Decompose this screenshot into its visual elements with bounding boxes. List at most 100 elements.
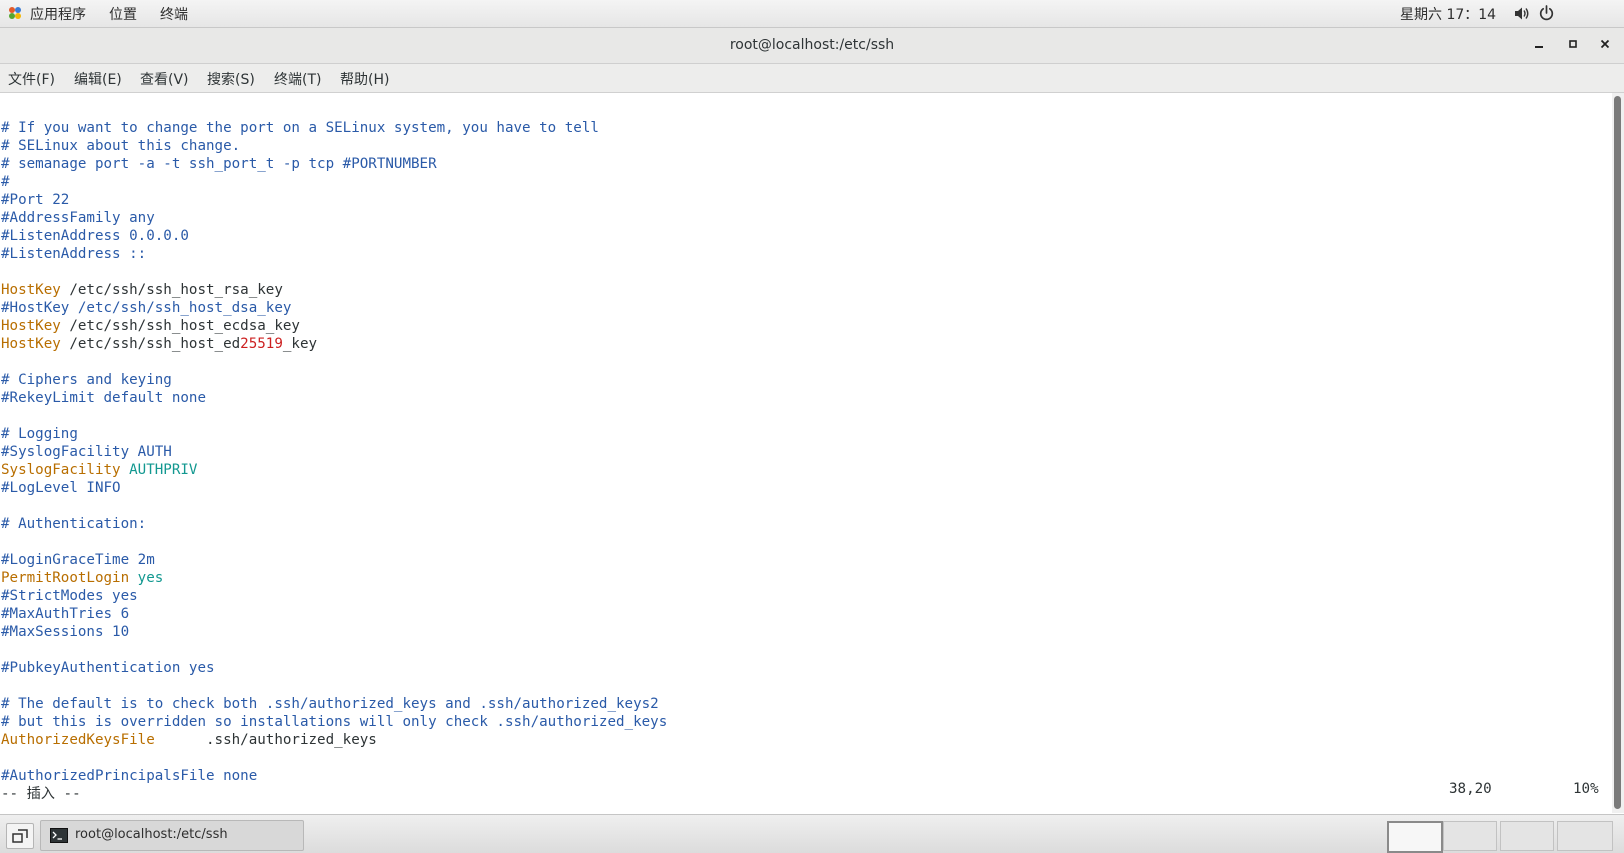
menu-file[interactable]: 文件(F) — [8, 69, 55, 89]
terminal-text: #HostKey /etc/ssh/ssh_host_dsa_key — [1, 300, 292, 316]
show-desktop-button[interactable] — [6, 823, 34, 849]
terminal-line: #RekeyLimit default none — [1, 389, 206, 407]
terminal-line: #Port 22 — [1, 191, 69, 209]
terminal-line: #MaxAuthTries 6 — [1, 605, 129, 623]
terminal-line: #LoginGraceTime 2m — [1, 551, 155, 569]
terminal-text: _key — [282, 336, 318, 352]
terminal-line: #PubkeyAuthentication yes — [1, 659, 215, 677]
cursor-position: 38,20 — [1449, 781, 1492, 797]
terminal-text: #PubkeyAuthentication yes — [1, 660, 215, 676]
terminal-text: 25519 — [240, 336, 283, 352]
terminal-line: # Authentication: — [1, 515, 146, 533]
terminal-text: # but this is overridden so installation… — [1, 714, 668, 730]
minimize-icon — [1535, 46, 1543, 48]
volume-icon[interactable] — [1514, 6, 1530, 21]
menu-search[interactable]: 搜索(S) — [207, 69, 255, 89]
menu-edit[interactable]: 编辑(E) — [74, 69, 122, 89]
menu-help[interactable]: 帮助(H) — [340, 69, 389, 89]
terminal-text: # Logging — [1, 426, 78, 442]
terminal-text: #StrictModes yes — [1, 588, 138, 604]
terminal-text: /etc/ssh/ssh_host_ed — [60, 336, 241, 352]
scrollbar-thumb[interactable] — [1614, 96, 1621, 809]
terminal-text: # The default is to check both .ssh/auth… — [1, 696, 659, 712]
terminal-line: # The default is to check both .ssh/auth… — [1, 695, 659, 713]
window-title: root@localhost:/etc/ssh — [729, 37, 895, 53]
menu-terminal[interactable]: 终端(T) — [274, 69, 321, 89]
terminal-text: yes — [137, 570, 164, 586]
terminal-text: /etc/ssh/ssh_host_rsa_key — [60, 282, 283, 298]
terminal-view[interactable]: # If you want to change the port on a SE… — [0, 93, 1612, 813]
terminal-text: # Ciphers and keying — [1, 372, 172, 388]
terminal-text: #LoginGraceTime 2m — [1, 552, 155, 568]
terminal-line: HostKey /etc/ssh/ssh_host_rsa_key — [1, 281, 283, 299]
terminal-text: SyslogFacility — [1, 462, 121, 478]
terminal-line: HostKey /etc/ssh/ssh_host_ed25519_key — [1, 335, 317, 353]
terminal-text: # If you want to change the port on a SE… — [1, 120, 599, 136]
close-icon — [1600, 39, 1610, 49]
terminal-text: # Authentication: — [1, 516, 147, 532]
terminal-line: #ListenAddress 0.0.0.0 — [1, 227, 189, 245]
applications-icon[interactable] — [8, 6, 22, 20]
terminal-line: # Ciphers and keying — [1, 371, 172, 389]
terminal-line: #AddressFamily any — [1, 209, 155, 227]
terminal-text: #AuthorizedPrincipalsFile none — [1, 768, 258, 784]
workspace-3[interactable] — [1500, 821, 1554, 851]
terminal-line: #SyslogFacility AUTH — [1, 443, 172, 461]
terminal-text: #MaxSessions 10 — [1, 624, 130, 640]
terminal-text: # SELinux about this change. — [1, 138, 241, 154]
terminal-text: .ssh/authorized_keys — [154, 732, 377, 748]
power-icon[interactable] — [1539, 5, 1554, 21]
applications-menu[interactable]: 应用程序 — [30, 4, 86, 24]
terminal-line: -- 插入 -- — [1, 785, 81, 803]
terminal-line: SyslogFacility AUTHPRIV — [1, 461, 197, 479]
places-menu[interactable]: 位置 — [109, 4, 137, 24]
terminal-text: AuthorizedKeysFile — [1, 732, 155, 748]
terminal-text: #SyslogFacility AUTH — [1, 444, 172, 460]
terminal-line: #StrictModes yes — [1, 587, 138, 605]
terminal-text: #ListenAddress :: — [1, 246, 147, 262]
terminal-line: #AuthorizedPrincipalsFile none — [1, 767, 257, 785]
maximize-button[interactable] — [1561, 34, 1585, 58]
terminal-line: #MaxSessions 10 — [1, 623, 129, 641]
terminal-text: #LogLevel INFO — [1, 480, 121, 496]
menubar: 文件(F) 编辑(E) 查看(V) 搜索(S) 终端(T) 帮助(H) — [0, 64, 1624, 93]
terminal-text: #RekeyLimit default none — [1, 390, 206, 406]
maximize-icon — [1569, 40, 1577, 48]
terminal-line: # semanage port -a -t ssh_port_t -p tcp … — [1, 155, 437, 173]
show-desktop-icon — [12, 829, 28, 843]
terminal-line: #HostKey /etc/ssh/ssh_host_dsa_key — [1, 299, 291, 317]
terminal-line: AuthorizedKeysFile .ssh/authorized_keys — [1, 731, 377, 749]
terminal-text: PermitRootLogin — [1, 570, 130, 586]
terminal-line: #LogLevel INFO — [1, 479, 121, 497]
minimize-button[interactable] — [1527, 34, 1551, 58]
menu-view[interactable]: 查看(V) — [140, 69, 189, 89]
clock[interactable]: 星期六 17：14 — [1400, 4, 1496, 24]
terminal-line: #ListenAddress :: — [1, 245, 146, 263]
workspace-2[interactable] — [1443, 821, 1497, 851]
close-button[interactable] — [1593, 34, 1617, 58]
terminal-text: -- 插入 -- — [1, 786, 81, 802]
terminal-text: #AddressFamily any — [1, 210, 155, 226]
terminal-line: HostKey /etc/ssh/ssh_host_ecdsa_key — [1, 317, 300, 335]
workspace-4[interactable] — [1557, 821, 1613, 851]
terminal-text: # semanage port -a -t ssh_port_t -p tcp … — [1, 156, 437, 172]
terminal-line: # — [1, 173, 10, 191]
terminal-text: #Port 22 — [1, 192, 70, 208]
taskbar-window-item[interactable]: root@localhost:/etc/ssh — [40, 820, 304, 851]
terminal-app-menu[interactable]: 终端 — [160, 4, 188, 24]
terminal-line: PermitRootLogin yes — [1, 569, 163, 587]
terminal-text: # — [1, 174, 10, 190]
workspace-1[interactable] — [1387, 821, 1443, 853]
scrollbar[interactable] — [1612, 93, 1624, 813]
scroll-percent: 10% — [1573, 781, 1599, 797]
terminal-text: #MaxAuthTries 6 — [1, 606, 130, 622]
window-titlebar[interactable]: root@localhost:/etc/ssh — [0, 28, 1624, 64]
terminal-text: HostKey — [1, 282, 61, 298]
terminal-line: # SELinux about this change. — [1, 137, 240, 155]
taskbar-window-label: root@localhost:/etc/ssh — [75, 827, 228, 842]
terminal-text: #ListenAddress 0.0.0.0 — [1, 228, 189, 244]
terminal-text: HostKey — [1, 336, 61, 352]
terminal-line: # If you want to change the port on a SE… — [1, 119, 599, 137]
